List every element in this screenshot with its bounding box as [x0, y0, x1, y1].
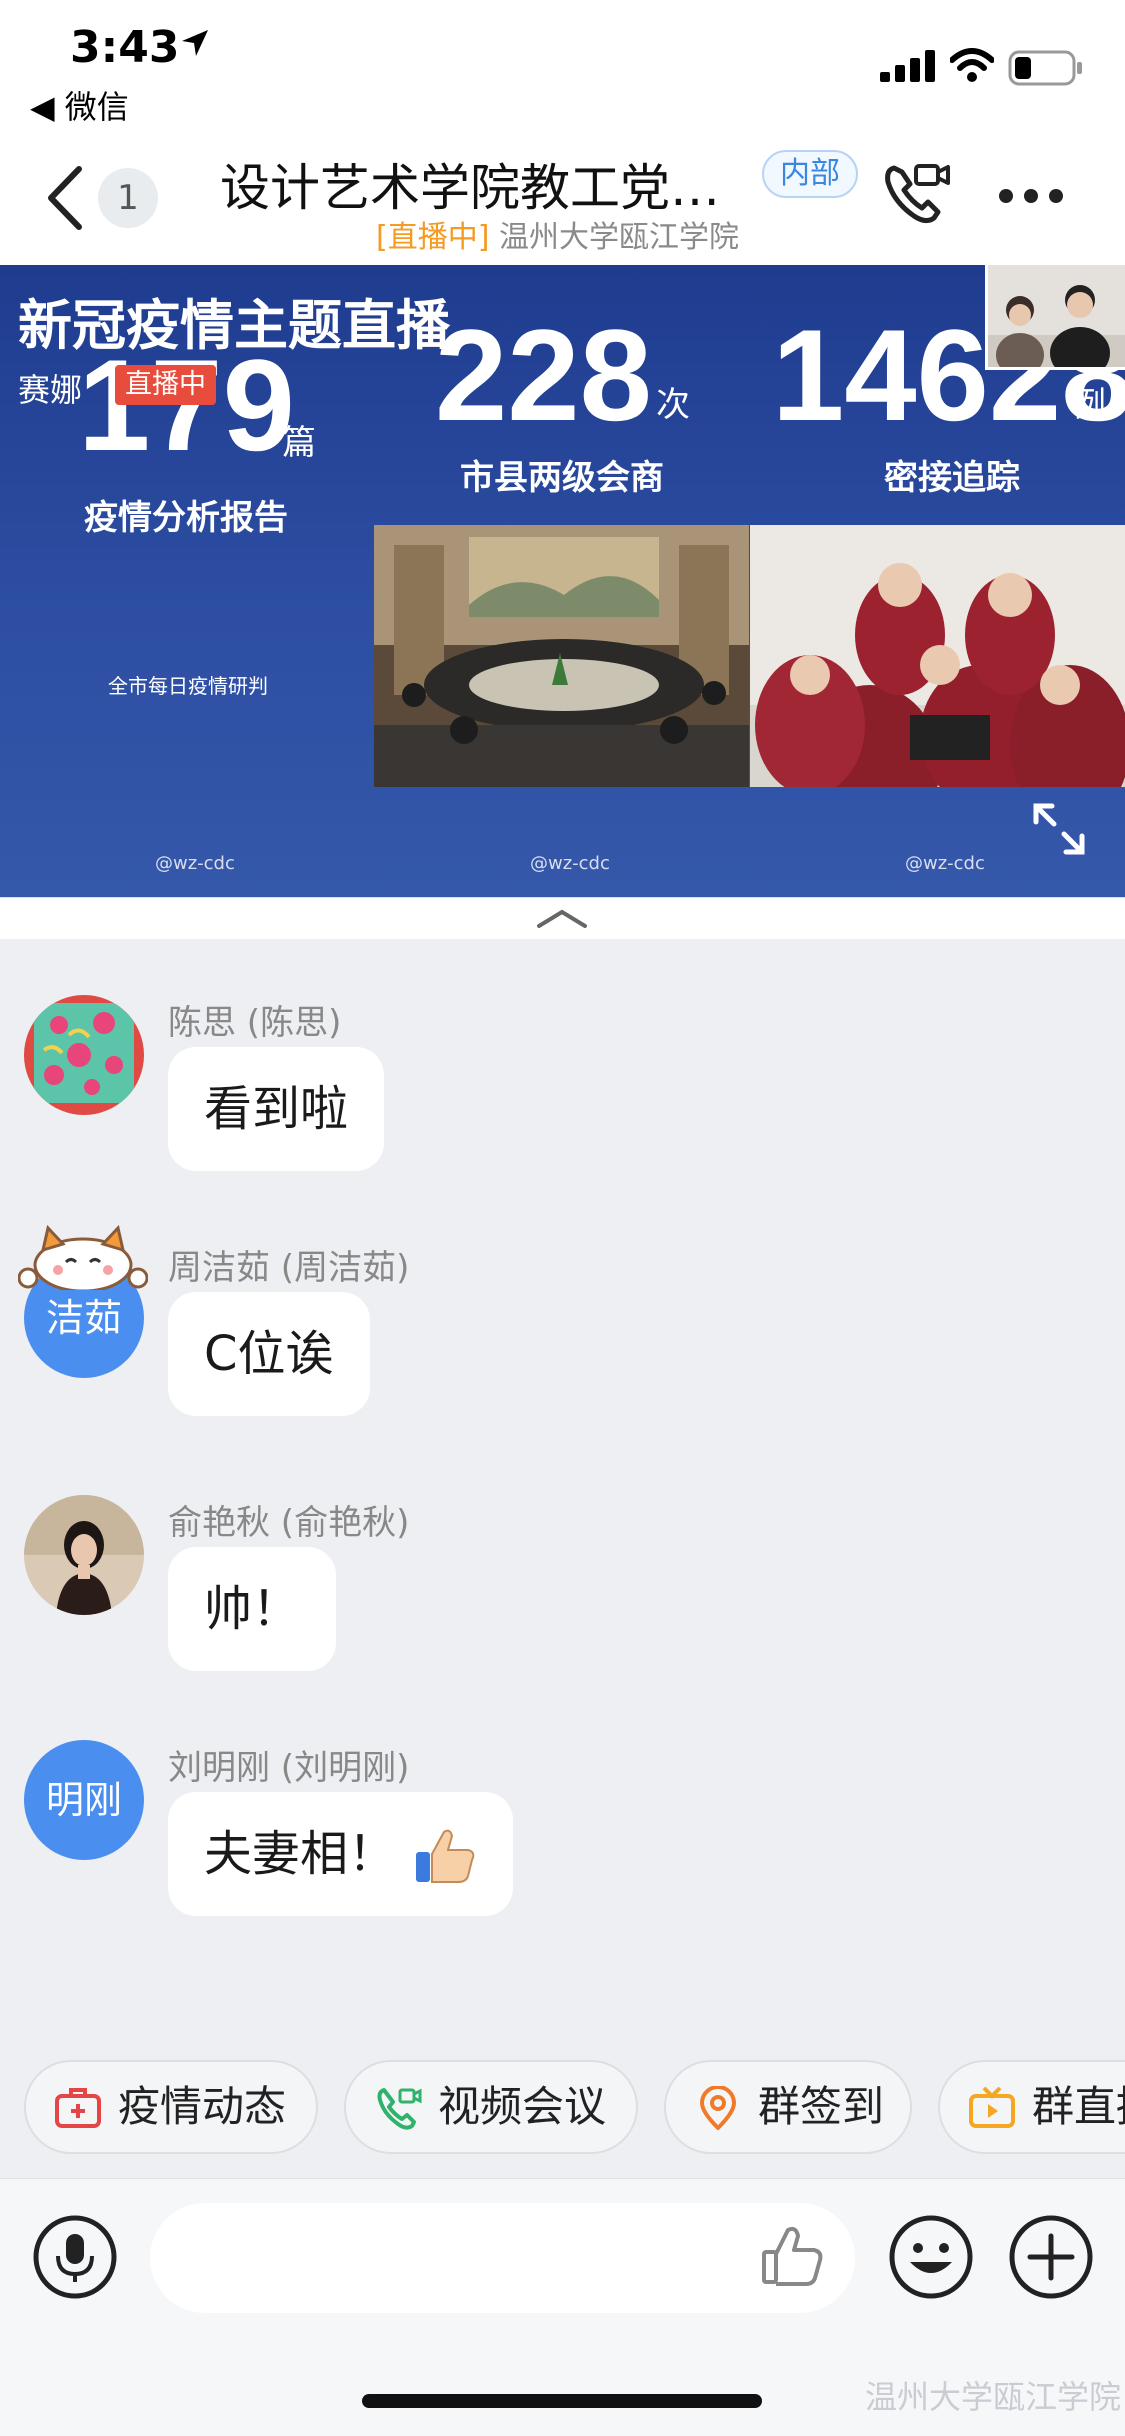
- stat-number: 228: [435, 302, 652, 448]
- sender-name: 陈思 (陈思): [168, 1003, 342, 1043]
- chat-header: 1 设计艺术学院教工党… 内部 [直播中] 温州大学瓯江学院: [0, 130, 1125, 265]
- contact-tracing-team-photo: [750, 525, 1125, 787]
- chip-label: 群签到: [758, 2082, 885, 2131]
- video-call-icon: [377, 2088, 422, 2130]
- stat-label: 密接追踪: [884, 458, 1020, 498]
- fullscreen-expand-icon[interactable]: [1030, 800, 1088, 858]
- status-time: 3:43: [70, 22, 180, 73]
- presenter-camera-pip[interactable]: [985, 265, 1125, 370]
- emoji-icon[interactable]: [888, 2214, 974, 2300]
- chip-epidemic-updates[interactable]: 疫情动态: [24, 2060, 318, 2154]
- organization-name: 温州大学瓯江学院: [498, 220, 739, 255]
- watermark: @wz-cdc: [905, 853, 985, 874]
- add-more-icon[interactable]: [1008, 2214, 1094, 2300]
- message-item: 洁茹 周洁茹 (周洁茹) C位诶: [0, 1224, 1125, 1430]
- message-item: 俞艳秋 (俞艳秋) 帅！: [0, 1495, 1125, 1675]
- meeting-room-photo: [374, 525, 749, 787]
- chip-label: 疫情动态: [118, 2082, 287, 2131]
- chip-video-meeting[interactable]: 视频会议: [344, 2060, 638, 2154]
- more-options-icon[interactable]: [998, 188, 1064, 204]
- message-bubble[interactable]: 看到啦: [168, 1047, 385, 1171]
- home-indicator[interactable]: [362, 2394, 762, 2408]
- quick-actions-bar: 疫情动态 视频会议 群签到 群直播: [0, 2060, 1125, 2160]
- chip-group-check-in[interactable]: 群签到: [664, 2060, 912, 2154]
- message-input[interactable]: [150, 2203, 855, 2313]
- university-watermark: 温州大学瓯江学院: [865, 2378, 1122, 2416]
- stat-label: 疫情分析报告: [84, 498, 288, 538]
- live-stream-video[interactable]: 179 篇 疫情分析报告 全市每日疫情研判 228 次 市县两级会商 14628…: [0, 265, 1125, 897]
- back-to-wechat-link[interactable]: ◀ 微信: [30, 82, 129, 128]
- message-bubble[interactable]: C位诶: [168, 1292, 370, 1416]
- cellular-signal-icon: [880, 50, 935, 82]
- chip-label: 群直播: [1032, 2082, 1125, 2131]
- wifi-icon: [950, 48, 994, 82]
- location-arrow-icon: [182, 30, 208, 56]
- message-text: 夫妻相！: [204, 1826, 397, 1882]
- host-name: 赛娜: [18, 371, 83, 409]
- watermark: @wz-cdc: [155, 853, 235, 874]
- voice-input-icon[interactable]: [32, 2214, 118, 2300]
- tv-icon: [969, 2086, 1015, 2128]
- message-item: 明刚 刘明刚 (刘明刚) 夫妻相！: [0, 1740, 1125, 1930]
- phone-video-call-icon[interactable]: [880, 158, 952, 230]
- collapse-video-handle[interactable]: [0, 897, 1125, 939]
- live-status-text: [直播中]: [376, 220, 490, 255]
- group-title[interactable]: 设计艺术学院教工党…: [220, 148, 720, 220]
- message-bubble[interactable]: 帅！: [168, 1547, 337, 1671]
- stat-unit: 篇: [282, 423, 316, 463]
- status-bar: 3:43 ◀ 微信: [0, 0, 1125, 130]
- avatar[interactable]: [24, 995, 144, 1115]
- battery-icon: [1008, 50, 1082, 86]
- watermark: @wz-cdc: [530, 853, 610, 874]
- live-title: 新冠疫情主题直播: [18, 294, 450, 357]
- stat-label: 市县两级会商: [460, 458, 664, 498]
- back-arrow-icon[interactable]: [45, 165, 85, 231]
- avatar[interactable]: [24, 1495, 144, 1615]
- thumbs-up-icon[interactable]: [760, 2224, 824, 2288]
- chevron-up-icon[interactable]: [535, 908, 589, 930]
- thumbs-up-emoji: [416, 1829, 475, 1883]
- message-bubble[interactable]: 夫妻相！: [168, 1792, 513, 1916]
- chip-label: 视频会议: [438, 2082, 607, 2131]
- medical-kit-icon: [55, 2088, 101, 2128]
- stat-unit: 次: [656, 385, 690, 425]
- cat-pendant-decoration: [18, 1224, 148, 1290]
- chip-group-live[interactable]: 群直播: [938, 2060, 1125, 2154]
- sender-name: 刘明刚 (刘明刚): [168, 1748, 410, 1788]
- internal-tag: 内部: [762, 150, 858, 198]
- stat-unit: 例: [1072, 385, 1106, 425]
- stat-note: 全市每日疫情研判: [108, 674, 268, 698]
- avatar[interactable]: 明刚: [24, 1740, 144, 1860]
- sender-name: 俞艳秋 (俞艳秋): [168, 1503, 410, 1543]
- sender-name: 周洁茹 (周洁茹): [168, 1248, 410, 1288]
- location-pin-icon: [699, 2086, 737, 2130]
- live-badge: 直播中: [115, 365, 216, 405]
- unread-count-badge[interactable]: 1: [98, 168, 158, 228]
- group-subtitle: [直播中] 温州大学瓯江学院: [376, 212, 739, 256]
- message-item: 陈思 (陈思) 看到啦: [0, 995, 1125, 1175]
